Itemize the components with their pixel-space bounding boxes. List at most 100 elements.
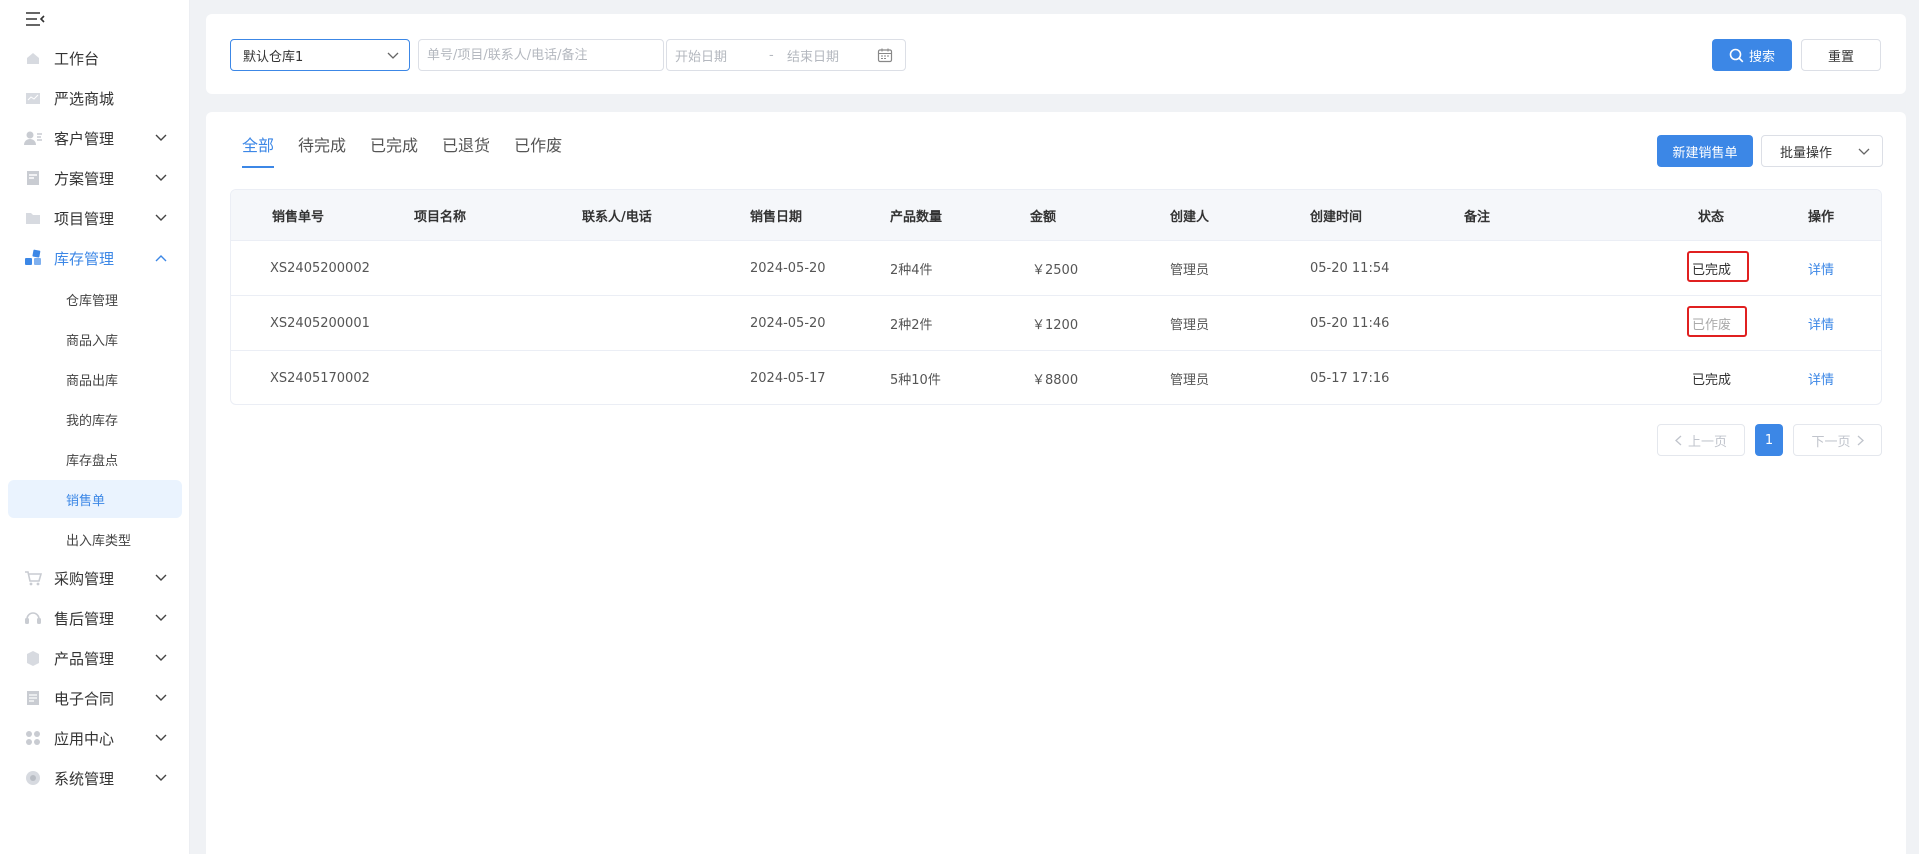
inventory-icon [24, 249, 42, 267]
column-header: 销售单号 [272, 209, 325, 225]
sidebar: 工作台 严选商城 客户管理 方案管理 项目管理 库存管理 仓库管理 商品入库 商… [0, 0, 190, 854]
sale-date: 2024-05-17 [750, 370, 826, 386]
product-quantity: 2种2件 [890, 317, 933, 333]
page-number-current[interactable]: 1 [1755, 424, 1783, 456]
sale-date: 2024-05-20 [750, 260, 826, 276]
search-input[interactable] [418, 39, 664, 71]
sidebar-subitem-stock-out[interactable]: 商品出库 [8, 360, 182, 398]
sidebar-item-product[interactable]: 产品管理 [8, 638, 182, 678]
calendar-icon [877, 47, 893, 67]
sidebar-item-workbench[interactable]: 工作台 [8, 38, 182, 78]
search-button[interactable]: 搜索 [1712, 39, 1792, 71]
created-time: 05-20 11:46 [1310, 315, 1390, 331]
sidebar-item-label: 系统管理 [54, 769, 115, 788]
created-time: 05-17 17:16 [1310, 370, 1390, 386]
chevron-down-icon [154, 611, 168, 625]
folder-icon [24, 209, 42, 227]
warehouse-select[interactable]: 默认仓库1 [230, 39, 410, 71]
date-end-input[interactable]: 结束日期 [787, 46, 839, 65]
sidebar-item-system[interactable]: 系统管理 [8, 758, 182, 798]
settings-icon [24, 769, 42, 787]
sidebar-item-label: 电子合同 [54, 689, 115, 708]
search-button-label: 搜索 [1748, 49, 1775, 65]
column-header: 产品数量 [890, 209, 943, 225]
mall-icon [24, 89, 42, 107]
sidebar-item-apps[interactable]: 应用中心 [8, 718, 182, 758]
main-panel: 全部 待完成 已完成 已退货 已作废 新建销售单 批量操作 销售单号 项目名称 … [206, 112, 1906, 854]
next-page-label: 下一页 [1811, 434, 1851, 450]
chevron-up-icon [154, 251, 168, 265]
order-number: XS2405200002 [270, 260, 370, 276]
tab-all[interactable]: 全部 [242, 132, 275, 168]
column-header: 项目名称 [414, 209, 467, 225]
chevron-down-icon [387, 49, 399, 64]
date-range-picker[interactable]: 开始日期 - 结束日期 [666, 39, 906, 71]
amount: ￥2500 [1032, 262, 1079, 278]
sidebar-subitem-warehouse[interactable]: 仓库管理 [8, 280, 182, 318]
sidebar-subitem-stocktake[interactable]: 库存盘点 [8, 440, 182, 478]
chevron-down-icon [154, 171, 168, 185]
sidebar-subitem-sales-order[interactable]: 销售单 [8, 480, 182, 518]
order-number: XS2405200001 [270, 315, 370, 331]
tab-pending[interactable]: 待完成 [298, 132, 346, 168]
contract-icon [24, 689, 42, 707]
sidebar-item-contract[interactable]: 电子合同 [8, 678, 182, 718]
sidebar-item-label: 产品管理 [54, 649, 115, 668]
date-start-input[interactable]: 开始日期 [675, 46, 727, 65]
sidebar-item-customer[interactable]: 客户管理 [8, 118, 182, 158]
plan-icon [24, 169, 42, 187]
column-header: 状态 [1698, 209, 1725, 225]
sales-order-table: 销售单号 项目名称 联系人/电话 销售日期 产品数量 金额 创建人 创建时间 备… [230, 189, 1882, 405]
search-icon [1729, 48, 1744, 63]
detail-link[interactable]: 详情 [1808, 296, 1834, 350]
prev-page-label: 上一页 [1687, 434, 1727, 450]
sidebar-item-label: 工作台 [54, 49, 100, 68]
sidebar-item-aftersales[interactable]: 售后管理 [8, 598, 182, 638]
sidebar-item-mall[interactable]: 严选商城 [8, 78, 182, 118]
column-header: 创建时间 [1310, 209, 1363, 225]
table-header: 销售单号 项目名称 联系人/电话 销售日期 产品数量 金额 创建人 创建时间 备… [231, 190, 1881, 240]
sidebar-subitem-io-type[interactable]: 出入库类型 [8, 520, 182, 558]
customer-icon [24, 129, 42, 147]
detail-link[interactable]: 详情 [1808, 241, 1834, 295]
date-separator: - [769, 47, 774, 63]
apps-icon [24, 729, 42, 747]
sidebar-item-purchase[interactable]: 采购管理 [8, 558, 182, 598]
sidebar-item-label: 采购管理 [54, 569, 115, 588]
tab-returned[interactable]: 已退货 [442, 132, 490, 168]
prev-page-button[interactable]: 上一页 [1657, 424, 1745, 456]
new-sales-order-button[interactable]: 新建销售单 [1657, 135, 1753, 167]
created-time: 05-20 11:54 [1310, 260, 1390, 276]
creator: 管理员 [1170, 317, 1210, 333]
product-quantity: 5种10件 [890, 372, 941, 388]
box-icon [24, 649, 42, 667]
order-number: XS2405170002 [270, 370, 370, 386]
table-row: XS2405170002 2024-05-17 5种10件 ￥8800 管理员 … [231, 350, 1881, 404]
sidebar-item-project[interactable]: 项目管理 [8, 198, 182, 238]
column-header: 金额 [1030, 209, 1057, 225]
chevron-down-icon [1858, 148, 1870, 156]
chevron-right-icon [1857, 435, 1864, 446]
batch-actions-dropdown[interactable]: 批量操作 [1761, 135, 1883, 167]
detail-link[interactable]: 详情 [1808, 351, 1834, 404]
sidebar-item-label: 客户管理 [54, 129, 115, 148]
tab-voided[interactable]: 已作废 [514, 132, 562, 168]
column-header: 备注 [1464, 209, 1491, 225]
sidebar-item-inventory[interactable]: 库存管理 [8, 238, 182, 278]
next-page-button[interactable]: 下一页 [1793, 424, 1882, 456]
sale-date: 2024-05-20 [750, 315, 826, 331]
sidebar-item-plan[interactable]: 方案管理 [8, 158, 182, 198]
sidebar-subitem-my-stock[interactable]: 我的库存 [8, 400, 182, 438]
tab-completed[interactable]: 已完成 [370, 132, 418, 168]
chevron-down-icon [154, 731, 168, 745]
amount: ￥1200 [1032, 317, 1079, 333]
sidebar-item-label: 严选商城 [54, 89, 115, 108]
highlight-box [1687, 306, 1747, 337]
sidebar-subitem-stock-in[interactable]: 商品入库 [8, 320, 182, 358]
reset-button[interactable]: 重置 [1801, 39, 1881, 71]
chevron-down-icon [154, 651, 168, 665]
status-badge: 已完成 [1692, 372, 1732, 388]
menu-collapse-icon[interactable] [24, 10, 46, 28]
creator: 管理员 [1170, 262, 1210, 278]
chevron-down-icon [154, 211, 168, 225]
